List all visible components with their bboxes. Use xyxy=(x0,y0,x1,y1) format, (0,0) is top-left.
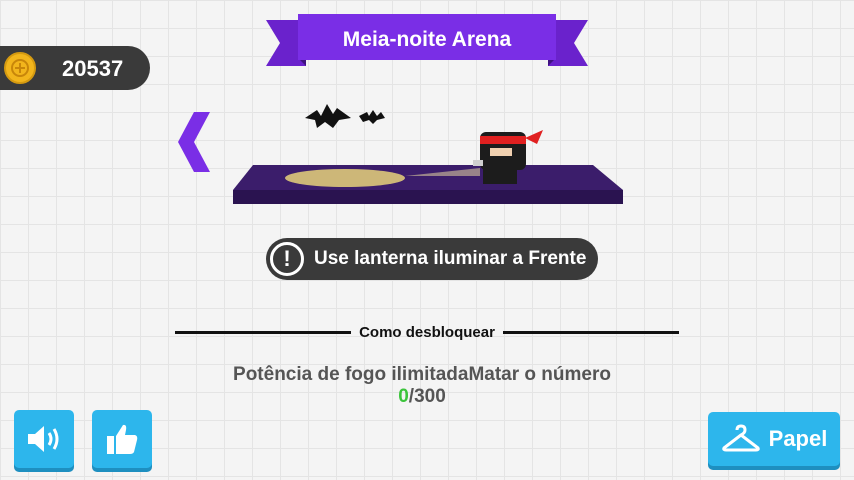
speaker-icon xyxy=(28,426,59,452)
hanger-icon xyxy=(721,424,760,452)
unlock-description: Potência de fogo ilimitadaMatar o número xyxy=(233,364,611,385)
arena-platform xyxy=(233,165,623,204)
unlock-progress: 0/300 xyxy=(0,386,844,408)
ability-hint-text: Use lanterna iluminar a Frente xyxy=(314,248,587,269)
unlock-header: Como desbloquear xyxy=(359,323,495,341)
arena-preview xyxy=(225,90,635,220)
thumbs-up-icon xyxy=(107,424,138,454)
progress-current: 0 xyxy=(398,386,409,407)
progress-total: /300 xyxy=(408,386,446,407)
divider-line-left xyxy=(175,330,352,334)
bat-icon xyxy=(305,104,351,128)
like-button[interactable] xyxy=(92,410,152,468)
skin-button-label: Papel xyxy=(768,426,828,451)
arena-banner: Meia-noite Arena xyxy=(266,14,588,76)
sound-toggle-button[interactable] xyxy=(14,410,74,468)
coin-counter: 20537 xyxy=(0,46,150,90)
unlock-section-header: Como desbloquear xyxy=(175,320,680,344)
arena-title: Meia-noite Arena xyxy=(342,28,512,51)
skin-button[interactable]: Papel xyxy=(708,412,840,466)
exclamation-icon: ! xyxy=(270,242,304,276)
ability-hint: ! Use lanterna iluminar a Frente xyxy=(266,238,598,280)
coin-amount: 20537 xyxy=(62,56,124,81)
divider-line-right xyxy=(502,330,680,334)
coin-icon xyxy=(4,52,36,84)
bat-icon-small xyxy=(359,110,385,124)
previous-arena-button[interactable] xyxy=(176,110,216,174)
chevron-left-icon xyxy=(178,112,210,172)
